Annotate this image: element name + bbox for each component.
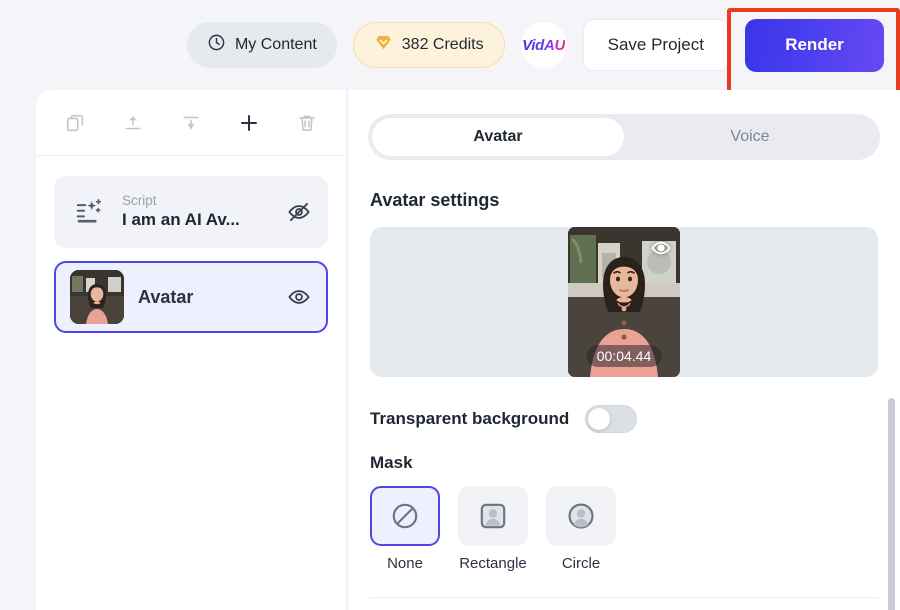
mask-section-label: Mask (370, 453, 413, 472)
section-divider (370, 597, 878, 598)
tab-avatar[interactable]: Avatar (372, 118, 624, 156)
avatar-layer-text: Avatar (138, 287, 286, 308)
avatar-preview-canvas[interactable]: 00:04.44 (370, 227, 878, 377)
move-to-bottom-icon[interactable] (176, 108, 206, 138)
credits-label: 382 Credits (401, 36, 484, 53)
my-content-label: My Content (234, 36, 317, 53)
delete-icon[interactable] (292, 108, 322, 138)
script-layer-text: Script I am an AI Av... (122, 193, 286, 232)
script-layer-title: I am an AI Av... (122, 210, 240, 230)
render-button[interactable]: Render (745, 18, 884, 72)
mask-option-rectangle[interactable]: Rectangle (458, 486, 528, 572)
header-actions: My Content 382 Credits VidAU Save Projec… (186, 0, 900, 90)
mask-option-none-label: None (387, 555, 423, 572)
preview-eye-icon[interactable] (650, 237, 672, 259)
mask-option-circle[interactable]: Circle (546, 486, 616, 572)
duplicate-icon[interactable] (60, 108, 90, 138)
panel-tabs: Avatar Voice (368, 114, 880, 160)
eye-off-icon[interactable] (286, 199, 312, 225)
layers-panel: Script I am an AI Av... Avatar (36, 90, 346, 610)
save-project-button[interactable]: Save Project (582, 19, 729, 71)
layer-item-script[interactable]: Script I am an AI Av... (54, 176, 328, 248)
mask-options: None Rectangle Circle (370, 486, 900, 572)
script-ai-icon (70, 193, 108, 231)
settings-scrollbar[interactable] (888, 398, 895, 610)
transparent-background-toggle[interactable] (585, 405, 638, 433)
transparent-background-label: Transparent background (370, 409, 570, 428)
page-title: Avatar settings (370, 190, 500, 210)
add-icon[interactable] (234, 108, 264, 138)
clock-icon (207, 33, 226, 57)
settings-panel: Avatar Voice Avatar settings 00:04.44 Tr… (347, 90, 900, 610)
app-root: My Content 382 Credits VidAU Save Projec… (0, 0, 900, 610)
layer-item-avatar[interactable]: Avatar (54, 261, 328, 333)
eye-icon[interactable] (286, 284, 312, 310)
my-content-button[interactable]: My Content (186, 22, 337, 68)
top-header: My Content 382 Credits VidAU Save Projec… (0, 0, 900, 100)
vidau-logo: VidAU (520, 22, 567, 68)
move-to-top-icon[interactable] (118, 108, 148, 138)
toggle-knob (588, 408, 611, 430)
script-layer-kind: Script (122, 192, 157, 208)
circle-mask-icon[interactable] (546, 486, 616, 546)
layer-toolbar (36, 90, 346, 156)
mask-option-none[interactable]: None (370, 486, 440, 572)
mask-option-rectangle-label: Rectangle (459, 555, 527, 572)
vidau-logo-text: VidAU (522, 36, 566, 54)
transparent-background-row: Transparent background (370, 405, 900, 433)
credits-button[interactable]: 382 Credits (352, 22, 505, 68)
video-duration-badge: 00:04.44 (586, 345, 662, 367)
no-mask-icon[interactable] (370, 486, 440, 546)
avatar-layer-name: Avatar (138, 286, 194, 307)
mask-option-circle-label: Circle (561, 555, 601, 572)
avatar-thumbnail (70, 270, 124, 324)
diamond-icon (374, 33, 393, 57)
tab-voice[interactable]: Voice (624, 118, 876, 156)
layer-list: Script I am an AI Av... Avatar (36, 156, 346, 333)
avatar-video-card[interactable]: 00:04.44 (568, 227, 680, 377)
rectangle-mask-icon[interactable] (458, 486, 528, 546)
